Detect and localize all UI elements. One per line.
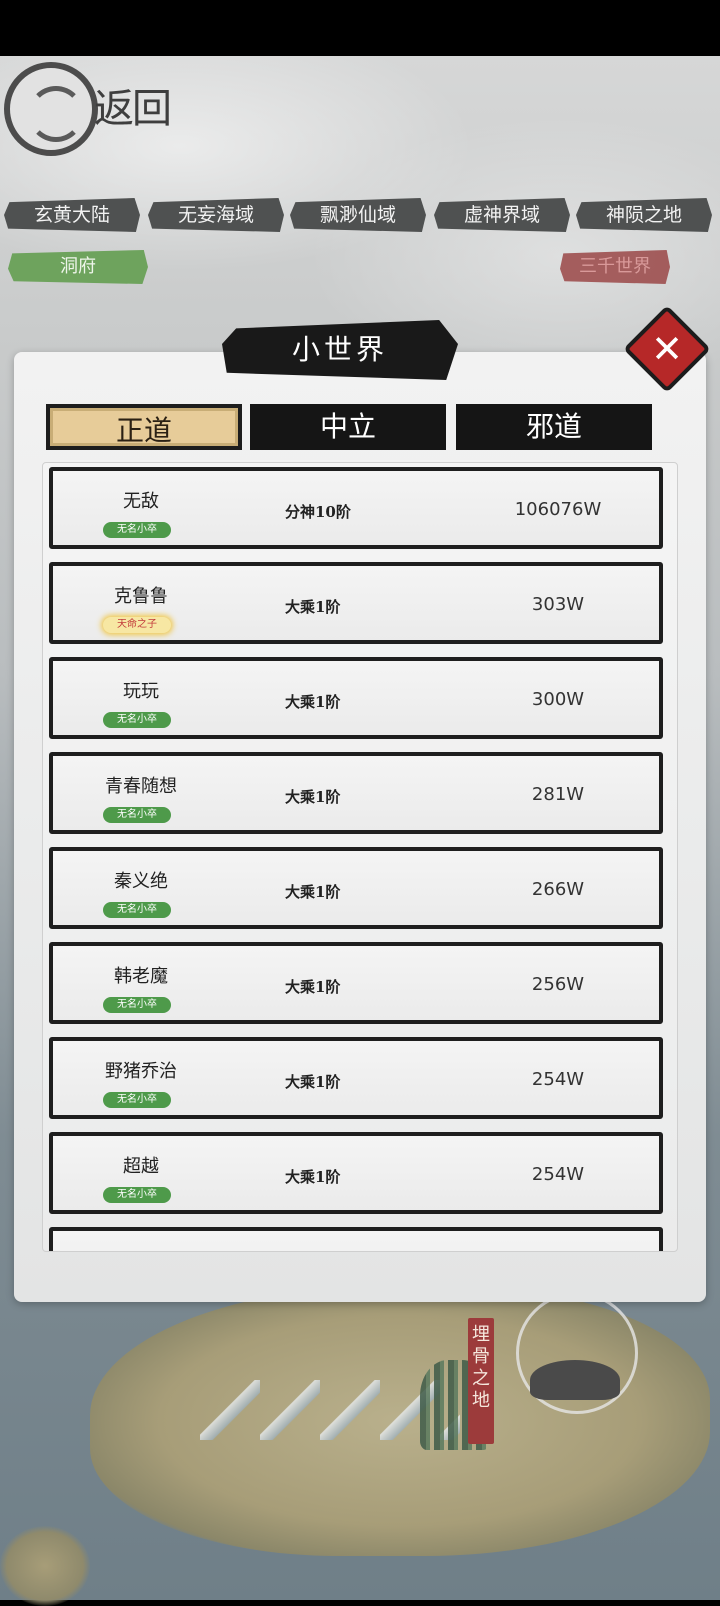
ranking-row[interactable]: 克鲁鲁 天命之子 大乘1阶 303W: [49, 562, 663, 644]
player-name: 秦义绝: [114, 871, 168, 892]
title-badge: 天命之子: [103, 617, 171, 633]
sword-rock-icon: [530, 1360, 620, 1400]
power-value: 256W: [531, 974, 585, 995]
ranking-row[interactable]: 玩玩 无名小卒 大乘1阶 300W: [49, 657, 663, 739]
ranking-list[interactable]: 无敌 无名小卒 分神10阶 106076W 克鲁鲁 天命之子 大乘1阶 303W…: [42, 462, 678, 1252]
power-value: 300W: [531, 689, 585, 710]
region-tab-4[interactable]: 虚神界域: [434, 198, 570, 232]
title-badge: 无名小卒: [103, 902, 171, 918]
dialog-title: 小世界: [222, 320, 458, 380]
cultivation-rank: 大乘1阶: [285, 598, 341, 616]
cultivation-rank: 大乘1阶: [285, 788, 341, 806]
player-name: 韩老魔: [114, 966, 168, 987]
player-name: 玩玩: [123, 681, 159, 702]
title-badge: 无名小卒: [103, 807, 171, 823]
tab-neutral[interactable]: 中立: [250, 404, 446, 450]
ranking-row[interactable]: 超越 无名小卒 大乘1阶 254W: [49, 1132, 663, 1214]
power-value: 254W: [531, 1069, 585, 1090]
title-badge: 无名小卒: [103, 522, 171, 538]
cultivation-rank: 大乘1阶: [285, 1073, 341, 1091]
player-name: 超越: [123, 1156, 159, 1177]
region-tab-1[interactable]: 玄黄大陆: [4, 198, 140, 232]
player-name: 青春随想: [105, 776, 177, 797]
ranking-row[interactable]: 无敌 无名小卒 分神10阶 106076W: [49, 467, 663, 549]
ranking-row[interactable]: 野猪乔治 无名小卒 大乘1阶 254W: [49, 1037, 663, 1119]
region-tabs: 玄黄大陆 无妄海域 飘渺仙域 虚神界域 神陨之地: [0, 198, 720, 232]
power-value: 106076W: [514, 499, 602, 520]
cultivation-rank: 分神10阶: [285, 503, 351, 521]
region-tab-2[interactable]: 无妄海域: [148, 198, 284, 232]
cultivation-rank: 大乘1阶: [285, 978, 341, 996]
close-icon: ✕: [651, 327, 683, 371]
power-value: 254W: [531, 1164, 585, 1185]
ranking-row-partial[interactable]: [49, 1227, 663, 1251]
player-name: 野猪乔治: [105, 1061, 177, 1082]
cave-dwelling-button[interactable]: 洞府: [8, 250, 148, 284]
player-name: 克鲁鲁: [114, 586, 168, 607]
map-location-banner[interactable]: 埋骨之地: [468, 1318, 494, 1444]
ranking-row[interactable]: 韩老魔 无名小卒 大乘1阶 256W: [49, 942, 663, 1024]
tab-evil[interactable]: 邪道: [456, 404, 652, 450]
power-value: 303W: [531, 594, 585, 615]
title-badge: 无名小卒: [103, 997, 171, 1013]
cultivation-rank: 大乘1阶: [285, 693, 341, 711]
player-name: 无敌: [123, 491, 159, 512]
power-value: 266W: [531, 879, 585, 900]
three-thousand-worlds-button[interactable]: 三千世界: [560, 250, 670, 284]
title-badge: 无名小卒: [103, 712, 171, 728]
cultivation-rank: 大乘1阶: [285, 883, 341, 901]
swirl-icon: [4, 62, 98, 156]
title-badge: 无名小卒: [103, 1092, 171, 1108]
region-tab-3[interactable]: 飘渺仙域: [290, 198, 426, 232]
back-label: 返回: [94, 86, 172, 132]
ranking-row[interactable]: 秦义绝 无名小卒 大乘1阶 266W: [49, 847, 663, 929]
ranking-row[interactable]: 青春随想 无名小卒 大乘1阶 281W: [49, 752, 663, 834]
map-islet: [0, 1526, 90, 1606]
title-badge: 无名小卒: [103, 1187, 171, 1203]
cultivation-rank: 大乘1阶: [285, 1168, 341, 1186]
tab-righteous[interactable]: 正道: [46, 404, 242, 450]
power-value: 281W: [531, 784, 585, 805]
back-button[interactable]: 返回: [2, 58, 182, 162]
region-tab-5[interactable]: 神陨之地: [576, 198, 712, 232]
